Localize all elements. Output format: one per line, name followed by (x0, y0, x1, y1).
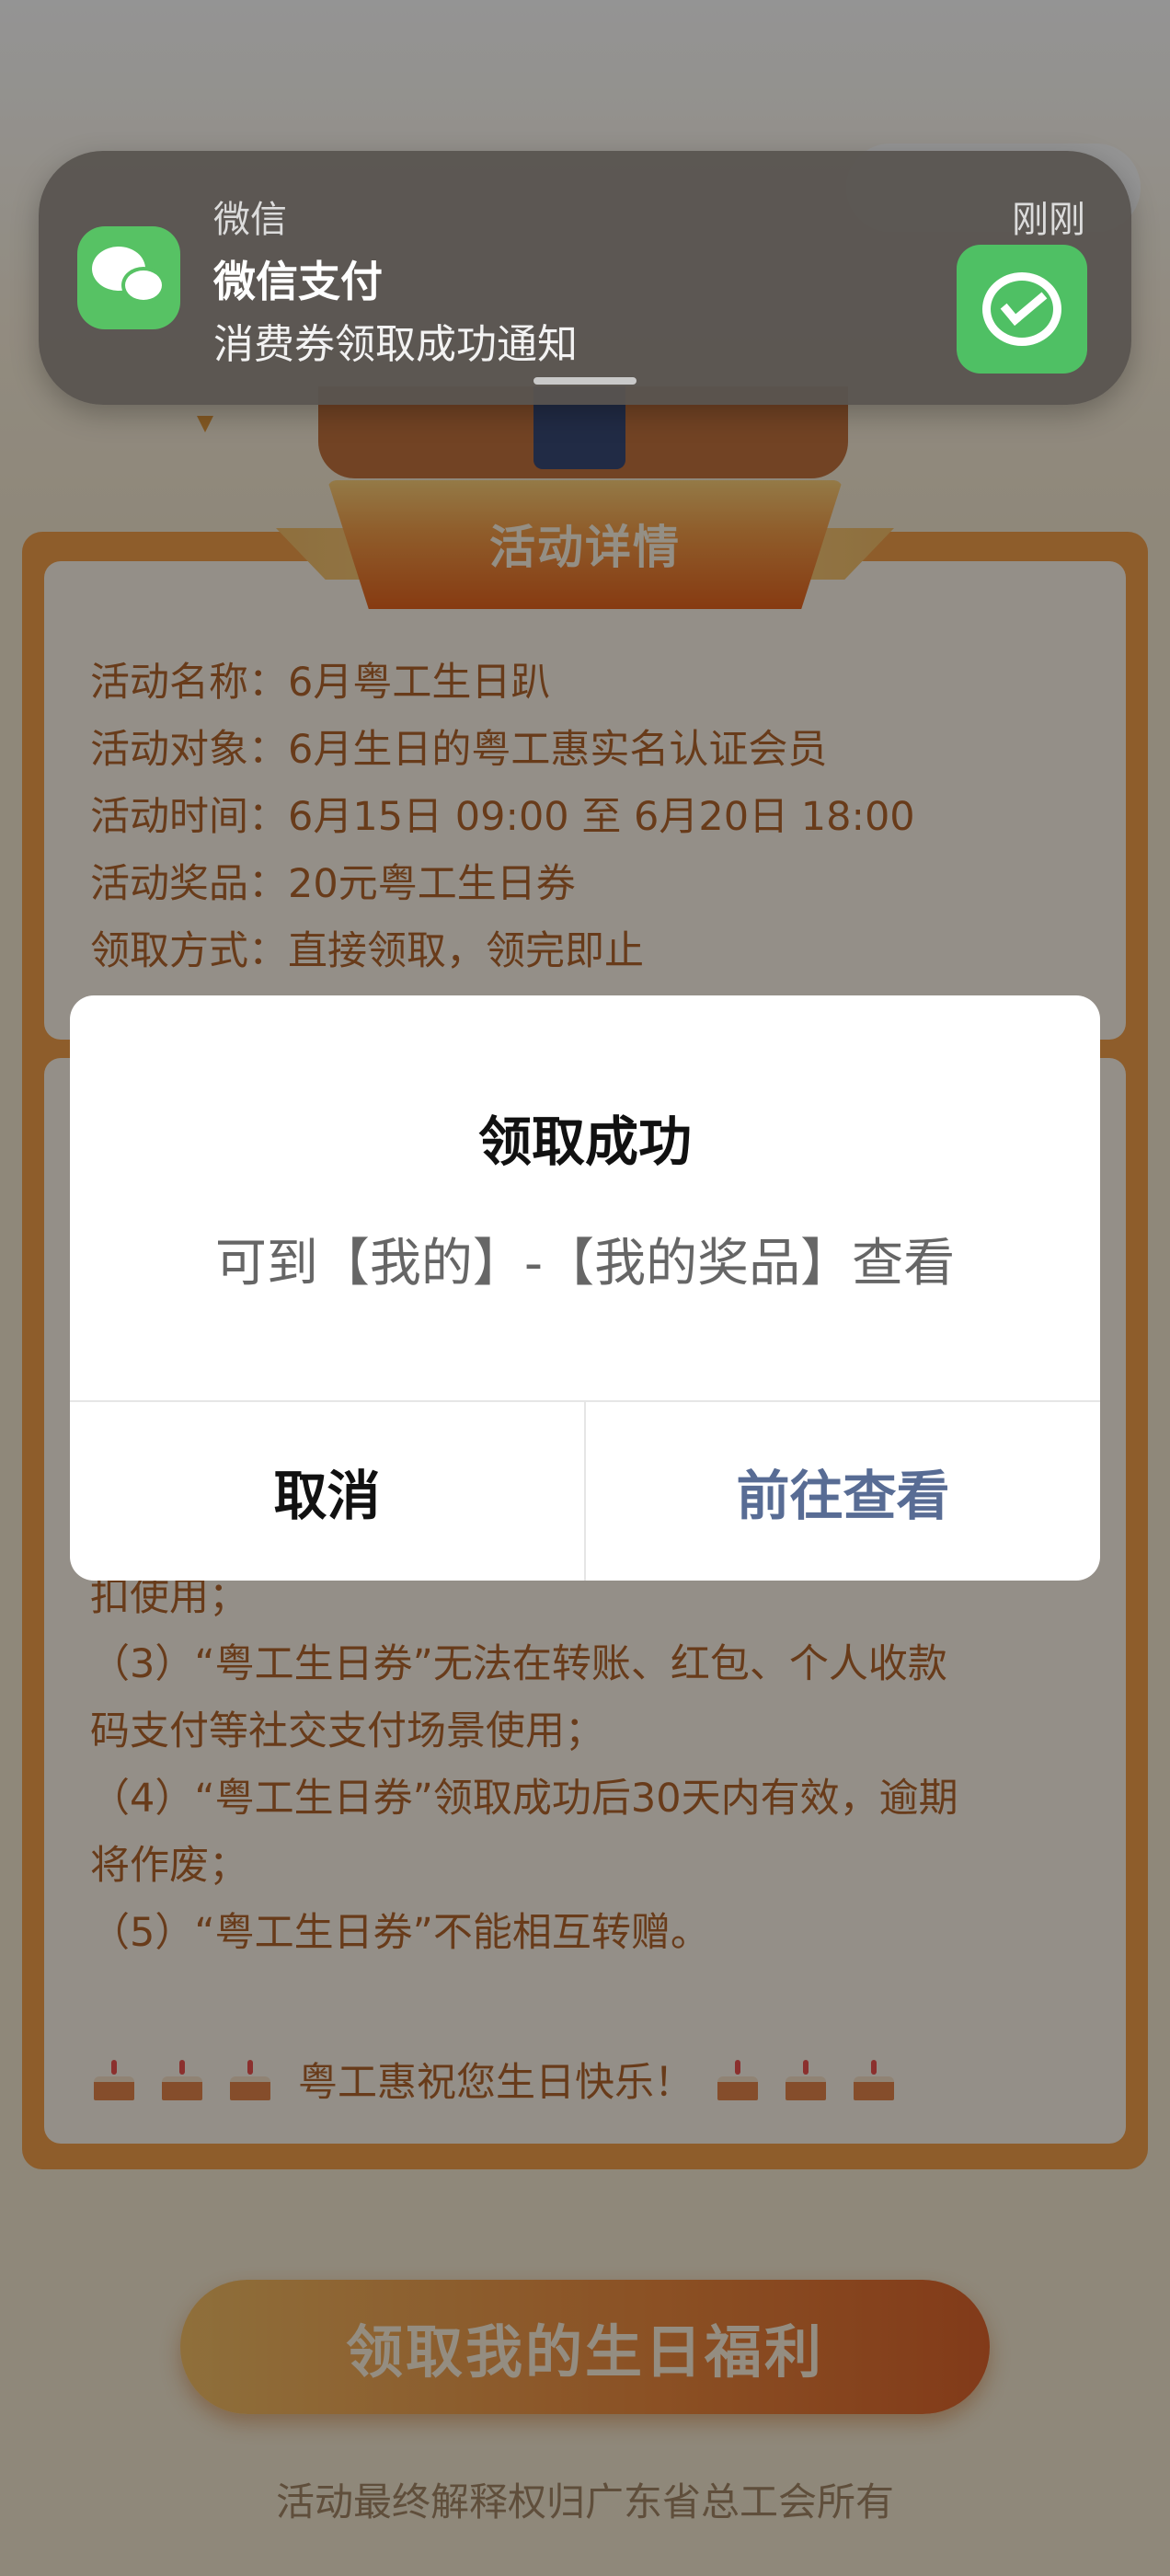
dialog-title: 领取成功 (477, 1110, 692, 1173)
notification-drag-handle[interactable] (533, 377, 637, 385)
notification-time: 刚刚 (1012, 199, 1085, 241)
claim-success-dialog: 领取成功 可到【我的】-【我的奖品】查看 取消 前往查看 (70, 995, 1100, 1581)
wechat-icon (77, 226, 180, 329)
notification-title: 微信支付 (213, 257, 383, 306)
cancel-button[interactable]: 取消 (70, 1402, 584, 1581)
go-view-button[interactable]: 前往查看 (586, 1402, 1100, 1581)
wechat-pay-icon (957, 245, 1087, 374)
notification-app-name: 微信 (213, 199, 287, 241)
dialog-message: 可到【我的】-【我的奖品】查看 (214, 1234, 956, 1294)
notification-body: 消费券领取成功通知 (213, 321, 578, 368)
